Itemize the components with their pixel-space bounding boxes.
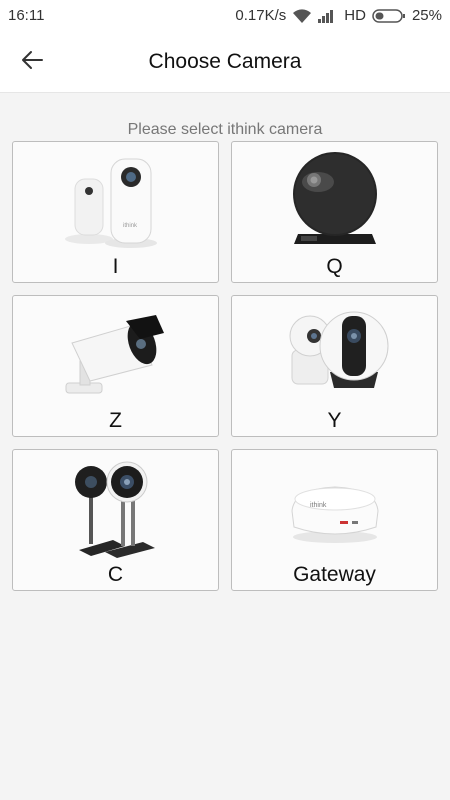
camera-z-image <box>13 306 218 406</box>
wifi-icon <box>292 8 312 24</box>
camera-c-image <box>13 460 218 560</box>
page-title: Choose Camera <box>148 50 302 73</box>
camera-label: Z <box>109 409 122 432</box>
gateway-option[interactable]: ithink Gateway <box>231 449 438 591</box>
camera-label: Gateway <box>293 563 376 586</box>
camera-option-q[interactable]: Q <box>231 141 438 283</box>
status-bar: 16:11 0.17K/s HD 25% <box>0 0 450 32</box>
camera-label: I <box>112 255 119 278</box>
camera-option-c[interactable]: C <box>12 449 219 591</box>
camera-y-image <box>232 306 437 406</box>
camera-label: Q <box>326 255 343 278</box>
camera-i-brand: ithink <box>123 223 138 229</box>
camera-option-z[interactable]: Z <box>12 295 219 437</box>
camera-q-image <box>232 152 437 252</box>
network-type: HD <box>344 7 366 24</box>
camera-i-image: ithink <box>13 152 218 252</box>
app-bar: Choose Camera <box>0 32 450 93</box>
select-prompt: Please select ithink camera <box>127 121 323 138</box>
battery-icon <box>372 8 406 24</box>
camera-label: Y <box>327 409 342 432</box>
gateway-brand: ithink <box>310 502 327 509</box>
status-right: 0.17K/s HD 25% <box>235 7 442 24</box>
battery-level: 25% <box>411 7 442 24</box>
network-speed: 0.17K/s <box>235 7 287 24</box>
gateway-image: ithink <box>232 460 437 560</box>
camera-option-i[interactable]: ithink I <box>12 141 219 283</box>
camera-option-y[interactable]: Y <box>231 295 438 437</box>
camera-grid: ithink I Q Z Y C ithink Gateway <box>12 141 438 591</box>
signal-icon <box>318 9 338 23</box>
camera-label: C <box>107 563 124 586</box>
status-time: 16:11 <box>8 7 45 24</box>
